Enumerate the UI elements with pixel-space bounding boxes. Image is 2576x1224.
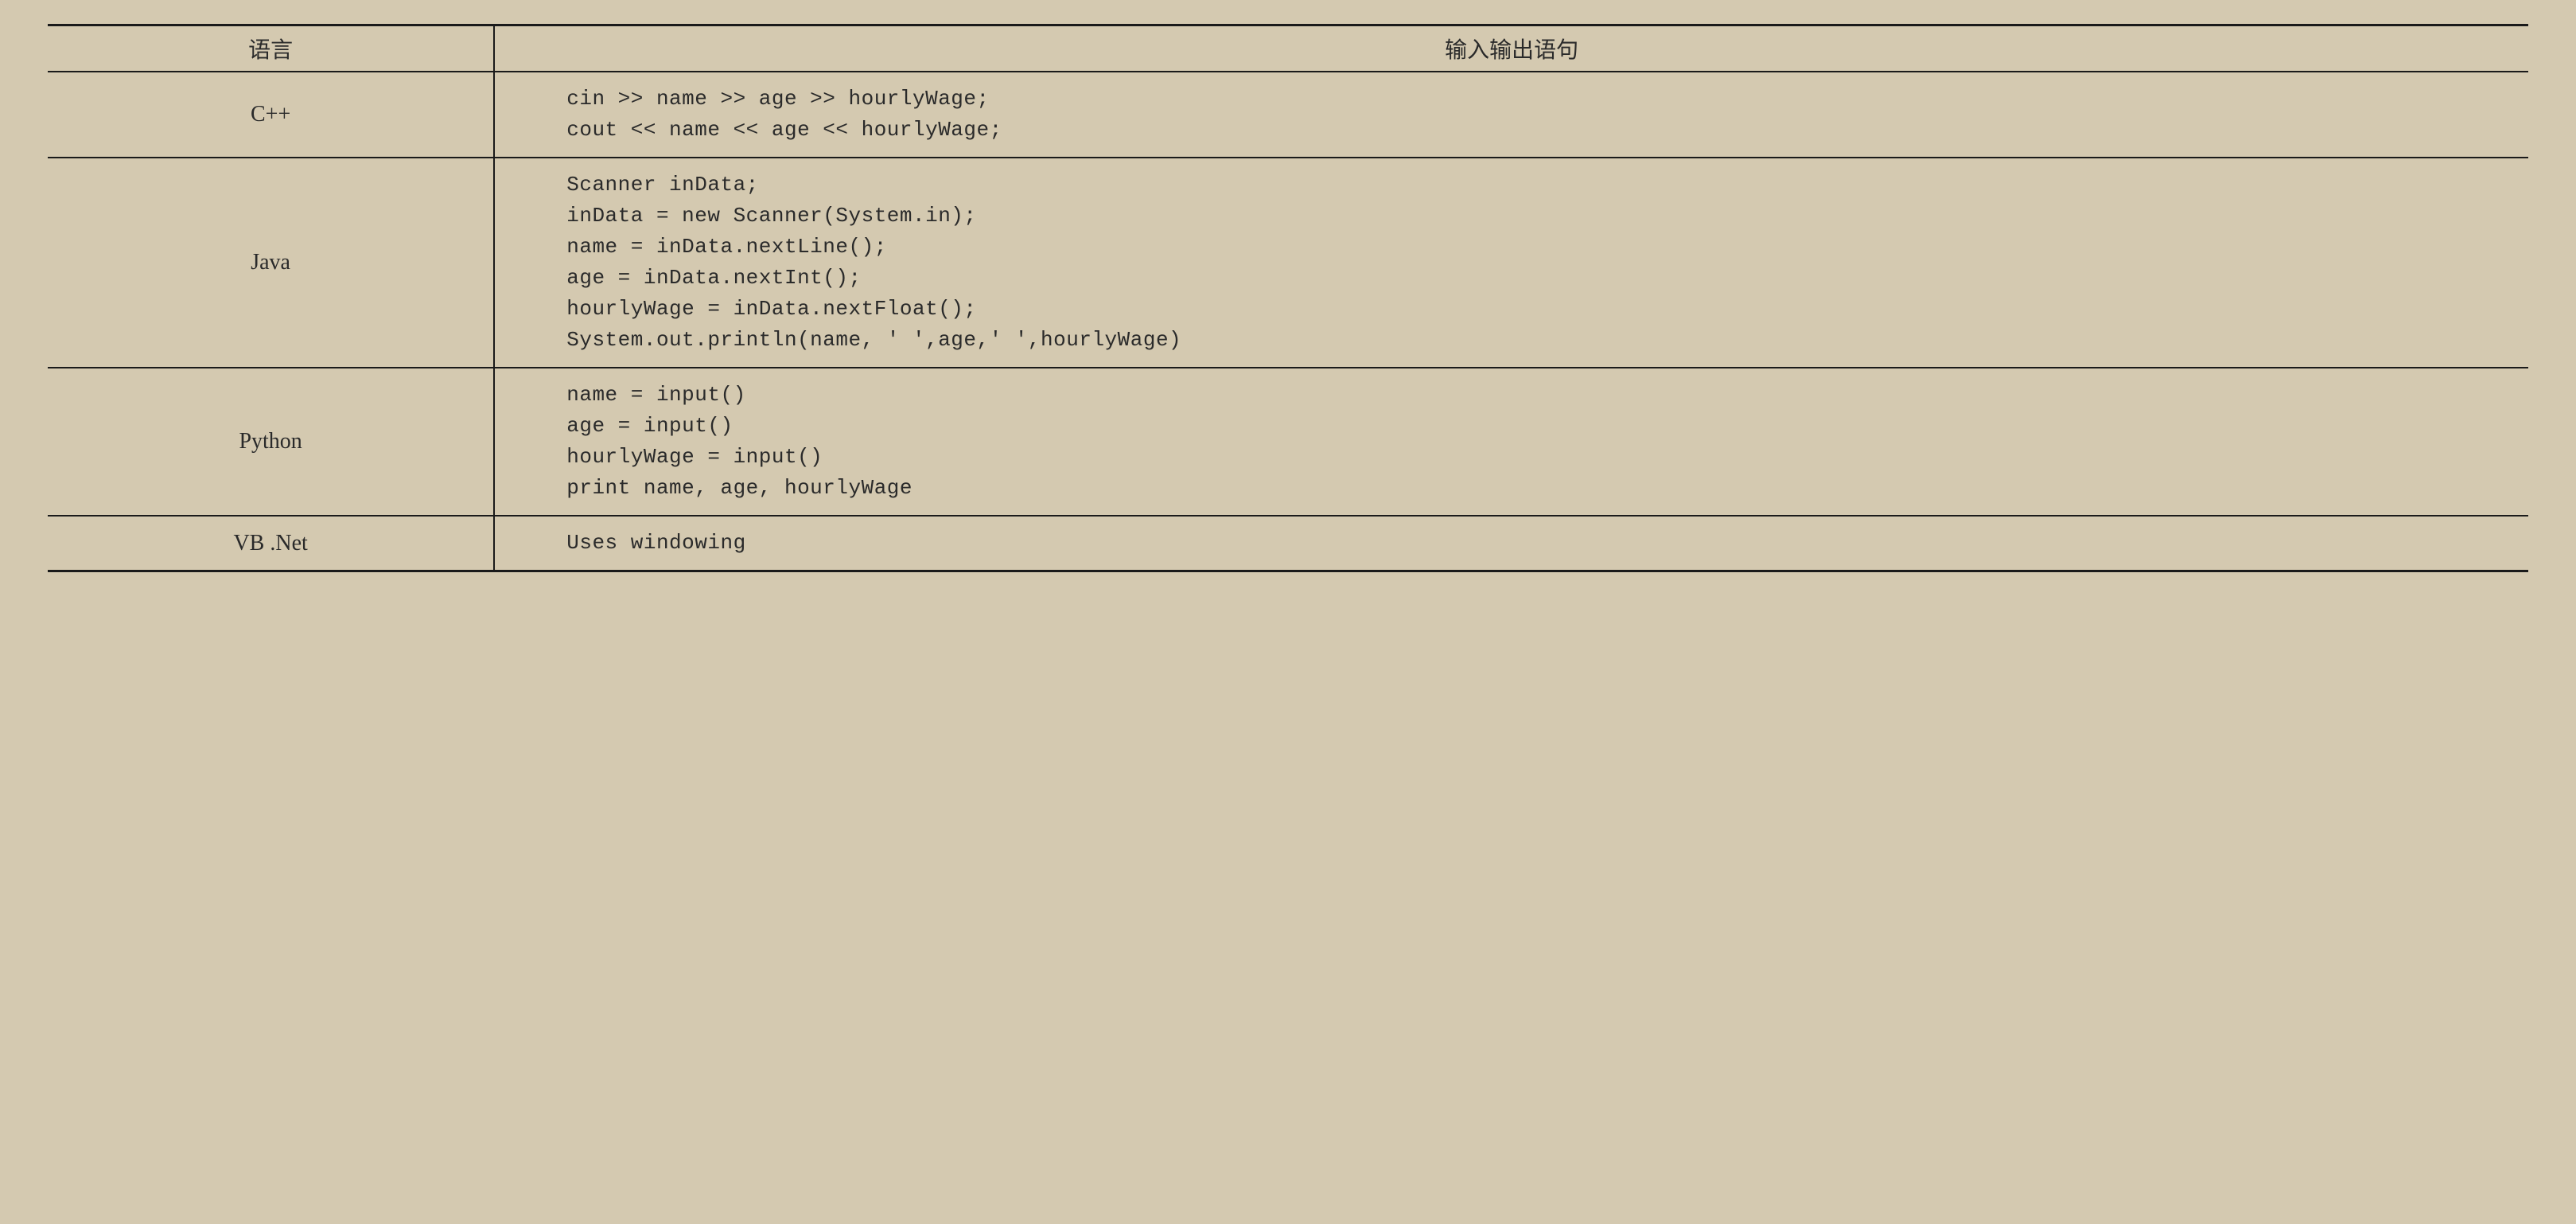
language-name: Python (48, 368, 494, 516)
language-name: Java (48, 158, 494, 368)
language-name: VB .Net (48, 516, 494, 571)
language-name: C++ (48, 72, 494, 158)
header-language: 语言 (48, 25, 494, 72)
language-io-table: 语言 输入输出语句 C++ cin >> name >> age >> hour… (48, 24, 2528, 572)
table-row: VB .Net Uses windowing (48, 516, 2528, 571)
header-io-statement: 输入输出语句 (494, 25, 2528, 72)
table-row: C++ cin >> name >> age >> hourlyWage; co… (48, 72, 2528, 158)
table-row: Java Scanner inData; inData = new Scanne… (48, 158, 2528, 368)
code-snippet: cin >> name >> age >> hourlyWage; cout <… (494, 72, 2528, 158)
io-statements-table: 语言 输入输出语句 C++ cin >> name >> age >> hour… (48, 24, 2528, 572)
table-row: Python name = input() age = input() hour… (48, 368, 2528, 516)
code-snippet: Scanner inData; inData = new Scanner(Sys… (494, 158, 2528, 368)
table-header-row: 语言 输入输出语句 (48, 25, 2528, 72)
code-snippet: name = input() age = input() hourlyWage … (494, 368, 2528, 516)
code-snippet: Uses windowing (494, 516, 2528, 571)
